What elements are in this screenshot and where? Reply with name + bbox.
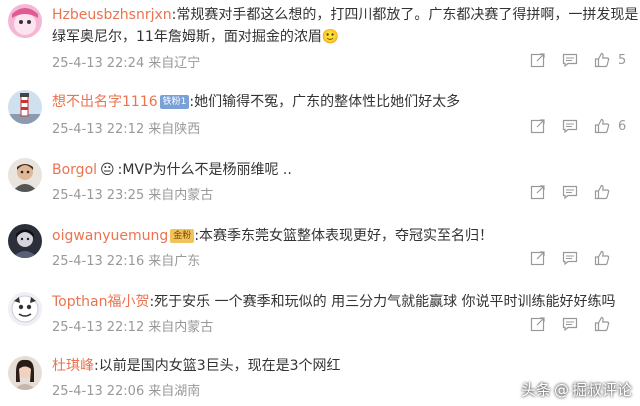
comment-meta: 25-4-13 23:25 来自内蒙古 — [52, 184, 217, 203]
comment-actions — [530, 316, 640, 334]
reply-icon[interactable] — [562, 316, 580, 334]
comment-actions — [530, 184, 640, 202]
reply-icon[interactable] — [562, 250, 580, 268]
watermark-prefix: 头条 — [520, 381, 551, 399]
comment-location: 来自内蒙古 — [148, 320, 214, 335]
comment-location: 来自广东 — [148, 254, 201, 269]
comment-meta: 25-4-13 22:24 来自辽宁 — [52, 52, 204, 71]
emoji-icon: 😐 — [100, 162, 115, 178]
comment-text: :她们输得不冤，广东的整体性比她们好太多 — [189, 94, 461, 110]
username[interactable]: oigwanyuemung — [52, 228, 168, 244]
comment-item: Hzbeusbzhsnrjxn:常规赛对手都这么想的，打四川都放了。广东都决赛了… — [0, 0, 640, 76]
avatar[interactable] — [8, 292, 42, 326]
like-icon[interactable] — [594, 250, 612, 268]
username[interactable]: Hzbeusbzhsnrjxn — [52, 7, 172, 23]
avatar[interactable] — [8, 158, 42, 192]
comment-date: 25-4-13 — [52, 122, 103, 137]
comment-time: 23:25 — [106, 188, 145, 203]
watermark: 头条 @ 掘叔评论 — [521, 379, 632, 400]
comment-meta: 25-4-13 22:16 来自广东 — [52, 250, 204, 269]
like-icon[interactable] — [594, 316, 612, 334]
comment-actions — [530, 250, 640, 268]
comment-actions: 5 — [530, 52, 640, 70]
like-icon[interactable] — [594, 118, 612, 136]
comment-location: 来自陕西 — [148, 122, 201, 137]
comment-meta: 25-4-13 22:12 来自内蒙古 — [52, 316, 217, 335]
like-icon[interactable] — [594, 184, 612, 202]
like-icon[interactable] — [594, 52, 612, 70]
comment-time: 22:12 — [106, 320, 145, 335]
comment-actions: 6 — [530, 118, 640, 136]
share-icon[interactable] — [530, 184, 548, 202]
comment-meta: 25-4-13 22:12 来自陕西 — [52, 118, 204, 137]
comment-item: 想不出名字1116 铁粉1:她们输得不冤，广东的整体性比她们好太多 25-4-13… — [0, 86, 640, 146]
comment-time: 22:16 — [106, 254, 145, 269]
share-icon[interactable] — [530, 118, 548, 136]
comment-text-continued: 绿军奥尼尔，11年詹姆斯，面对掘金的浓眉🙂 — [52, 29, 340, 45]
username[interactable]: Borgol — [52, 162, 97, 178]
watermark-at: @ — [553, 381, 569, 399]
reply-icon[interactable] — [562, 118, 580, 136]
comment-text: :以前是国内女篮3巨头，现在是3个网红 — [94, 358, 341, 374]
avatar[interactable] — [8, 90, 42, 124]
avatar[interactable] — [8, 356, 42, 390]
fan-badge: 铁粉1 — [159, 95, 190, 109]
comment-item: oigwanyuemung 金粉:本赛季东莞女篮整体表现更好，夺冠实至名归！ 25… — [0, 220, 640, 280]
comment-location: 来自湖南 — [148, 384, 201, 399]
username[interactable]: 杜琪峰 — [52, 358, 94, 374]
comment-location: 来自内蒙古 — [148, 188, 214, 203]
reply-icon[interactable] — [562, 52, 580, 70]
comment-date: 25-4-13 — [52, 56, 103, 71]
comment-time: 22:12 — [106, 122, 145, 137]
comment-date: 25-4-13 — [52, 188, 103, 203]
comment-text: :死于安乐 一个赛季和玩似的 用三分力气就能赢球 你说平时训练能好好练吗 — [149, 294, 616, 310]
comment-text: :本赛季东莞女篮整体表现更好，夺冠实至名归！ — [194, 228, 494, 244]
share-icon[interactable] — [530, 250, 548, 268]
comment-text: :MVP为什么不是杨丽维呢 .. — [117, 162, 292, 178]
share-icon[interactable] — [530, 52, 548, 70]
reply-icon[interactable] — [562, 184, 580, 202]
comment-date: 25-4-13 — [52, 254, 103, 269]
comment-item: Borgol 😐:MVP为什么不是杨丽维呢 .. 25-4-13 23:25 来自内蒙… — [0, 154, 640, 214]
avatar[interactable] — [8, 224, 42, 258]
comment-item: Topthan福小贺:死于安乐 一个赛季和玩似的 用三分力气就能赢球 你说平时训… — [0, 286, 640, 346]
avatar[interactable] — [8, 4, 42, 38]
like-count: 5 — [618, 53, 627, 68]
fan-badge: 金粉 — [170, 229, 195, 243]
watermark-name: 掘叔评论 — [571, 381, 632, 399]
like-count: 6 — [618, 119, 627, 134]
comment-date: 25-4-13 — [52, 384, 103, 399]
share-icon[interactable] — [530, 316, 548, 334]
username[interactable]: Topthan福小贺 — [52, 294, 149, 310]
comment-location: 来自辽宁 — [148, 56, 201, 71]
comment-time: 22:24 — [106, 56, 145, 71]
comment-text: :常规赛对手都这么想的，打四川都放了。广东都决赛了得拼啊，一拼发现是 — [171, 7, 639, 23]
comment-date: 25-4-13 — [52, 320, 103, 335]
comment-meta: 25-4-13 22:06 来自湖南 — [52, 380, 204, 399]
username[interactable]: 想不出名字1116 — [52, 94, 158, 110]
comment-time: 22:06 — [106, 384, 145, 399]
